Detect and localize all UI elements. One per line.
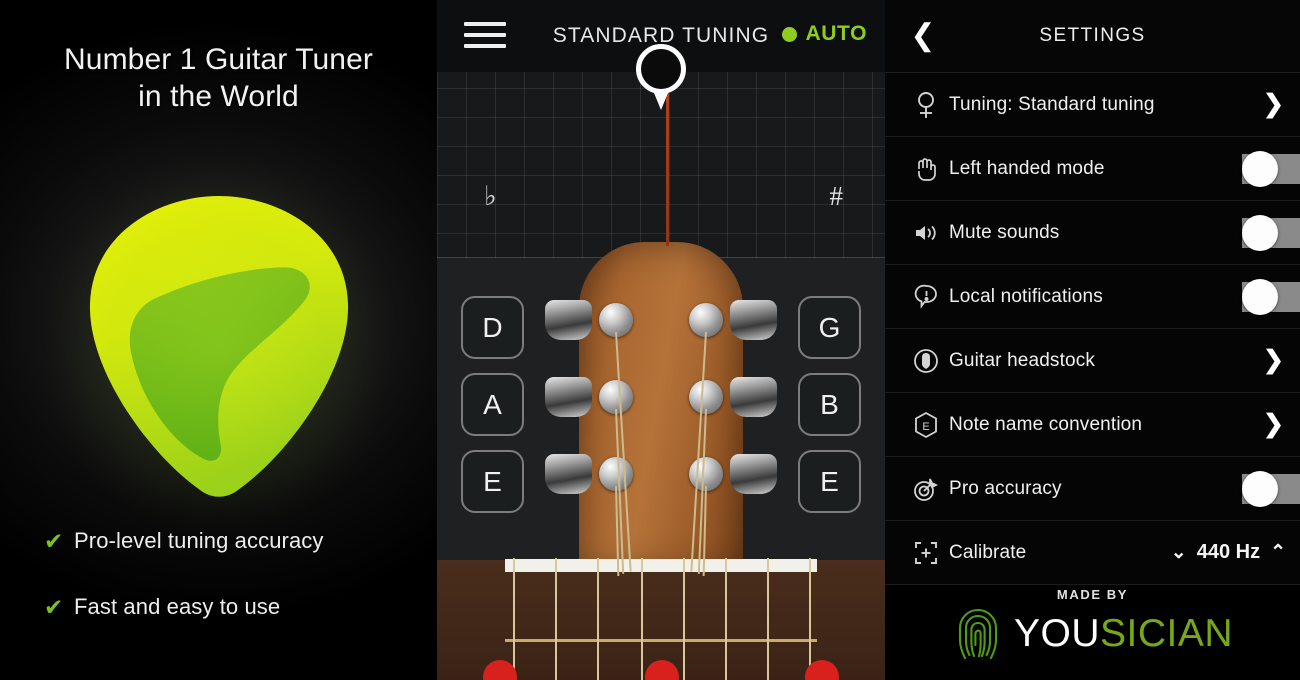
settings-list: Tuning: Standard tuning ❯ Left handed mo…: [885, 72, 1300, 585]
settings-panel: ❮ SETTINGS Tuning: Standard tuning ❯ Lef…: [885, 0, 1300, 680]
check-icon: ✔: [44, 527, 64, 554]
headstock-circle-icon: [903, 348, 949, 374]
chevron-right-icon: ❯: [1263, 90, 1284, 118]
auto-mode-badge[interactable]: AUTO: [782, 22, 867, 46]
tuning-peg: [730, 377, 777, 417]
needle-head: [636, 44, 686, 94]
string-button-E-low[interactable]: E: [461, 450, 524, 513]
tuner-panel: ♭ # D A E G B E STANDARD TUNING AUTO: [437, 0, 885, 680]
settings-row-label: Left handed mode: [949, 157, 1105, 179]
promo-headline-line2: in the World: [138, 79, 299, 113]
brand-sician: SICIAN: [1099, 612, 1234, 655]
string-note-label: E: [820, 465, 839, 497]
toggle-left-handed-mode[interactable]: [1242, 150, 1300, 187]
feature-item: ✔ Pro-level tuning accuracy: [44, 528, 424, 554]
string-button-A[interactable]: A: [461, 373, 524, 436]
made-by-label: MADE BY: [1056, 587, 1129, 602]
promo-panel: Number 1 Guitar Tuner in the World ✔ Pro…: [0, 0, 437, 680]
toggle-knob: [1242, 150, 1278, 187]
promo-headline-line1: Number 1 Guitar Tuner: [64, 43, 373, 76]
calibrate-stepper[interactable]: ⌄ 440 Hz ⌃: [1171, 541, 1286, 564]
settings-row-label: Tuning: Standard tuning: [949, 93, 1155, 115]
string-note-label: A: [483, 388, 502, 420]
app-screenshot: Number 1 Guitar Tuner in the World ✔ Pro…: [0, 0, 1300, 680]
toggle-knob: [1242, 470, 1278, 507]
guitar-pick-icon: [89, 196, 348, 497]
tuning-peg: [545, 377, 592, 417]
target-dart-icon: [903, 476, 949, 502]
settings-row-pro-accuracy[interactable]: Pro accuracy: [885, 457, 1300, 521]
string-note-label: E: [483, 465, 502, 497]
settings-row-label: Guitar headstock: [949, 349, 1096, 371]
toggle-pro-accuracy[interactable]: [1242, 470, 1300, 507]
settings-row-tuning[interactable]: Tuning: Standard tuning ❯: [885, 73, 1300, 137]
promo-headline: Number 1 Guitar Tuner in the World: [0, 42, 437, 116]
hand-icon: [903, 156, 949, 182]
tuning-peg: [730, 300, 777, 340]
auto-label: AUTO: [805, 22, 867, 45]
back-chevron-icon[interactable]: ❮: [907, 20, 939, 52]
svg-text:E: E: [922, 421, 929, 433]
sharp-symbol-icon: #: [829, 181, 844, 211]
tuning-peg: [545, 300, 592, 340]
guitar-pick-logo: [47, 162, 390, 534]
settings-row-local-notifications[interactable]: Local notifications: [885, 265, 1300, 329]
toggle-local-notifications[interactable]: [1242, 278, 1300, 315]
yousician-brand: YOUSICIAN: [885, 606, 1300, 662]
toggle-knob: [1242, 214, 1278, 251]
stepper-decrease-icon[interactable]: ⌄: [1171, 543, 1187, 562]
settings-header: ❮ SETTINGS: [885, 0, 1300, 72]
feature-label: Fast and easy to use: [74, 594, 281, 619]
calibrate-value: 440 Hz: [1196, 541, 1261, 563]
brand-wordmark: YOUSICIAN: [1014, 612, 1233, 656]
crosshair-plus-icon: [903, 540, 949, 566]
settings-title: SETTINGS: [1039, 25, 1146, 46]
tuning-peg: [545, 454, 592, 494]
speaker-icon: [903, 222, 949, 244]
string-note-label: B: [820, 388, 839, 420]
feature-item: ✔ Fast and easy to use: [44, 594, 424, 620]
chevron-right-icon: ❯: [1263, 346, 1284, 374]
brand-you: YOU: [1013, 612, 1100, 655]
stepper-increase-icon[interactable]: ⌃: [1270, 543, 1286, 562]
settings-row-note-name-convention[interactable]: E Note name convention ❯: [885, 393, 1300, 457]
tuning-fork-icon: [903, 91, 949, 119]
tuning-peg: [730, 454, 777, 494]
string-button-B[interactable]: B: [798, 373, 861, 436]
toggle-mute-sounds[interactable]: [1242, 214, 1300, 251]
settings-row-mute-sounds[interactable]: Mute sounds: [885, 201, 1300, 265]
chevron-right-icon: ❯: [1263, 410, 1284, 438]
fingerprint-logo: [958, 608, 998, 660]
settings-row-label: Note name convention: [949, 413, 1143, 435]
hexagon-e-icon: E: [903, 411, 949, 439]
string-button-E-high[interactable]: E: [798, 450, 861, 513]
settings-row-calibrate[interactable]: Calibrate ⌄ 440 Hz ⌃: [885, 521, 1300, 585]
check-icon: ✔: [44, 593, 64, 620]
settings-row-label: Local notifications: [949, 285, 1103, 307]
settings-row-label: Calibrate: [949, 541, 1027, 563]
made-by-footer: MADE BY YOUSICIAN: [885, 587, 1300, 662]
hamburger-menu-icon[interactable]: [464, 22, 506, 48]
notification-bubble-icon: [903, 284, 949, 310]
string-button-G[interactable]: G: [798, 296, 861, 359]
settings-row-guitar-headstock[interactable]: Guitar headstock ❯: [885, 329, 1300, 393]
feature-label: Pro-level tuning accuracy: [74, 528, 324, 553]
settings-row-left-handed-mode[interactable]: Left handed mode: [885, 137, 1300, 201]
string-note-label: D: [482, 311, 503, 343]
auto-status-dot: [782, 26, 798, 42]
settings-row-label: Mute sounds: [949, 221, 1060, 243]
string-note-label: G: [818, 311, 841, 343]
flat-symbol-icon: ♭: [484, 181, 497, 211]
toggle-knob: [1242, 278, 1278, 315]
promo-feature-list: ✔ Pro-level tuning accuracy ✔ Fast and e…: [44, 528, 424, 660]
string-button-D[interactable]: D: [461, 296, 524, 359]
settings-row-label: Pro accuracy: [949, 477, 1062, 499]
